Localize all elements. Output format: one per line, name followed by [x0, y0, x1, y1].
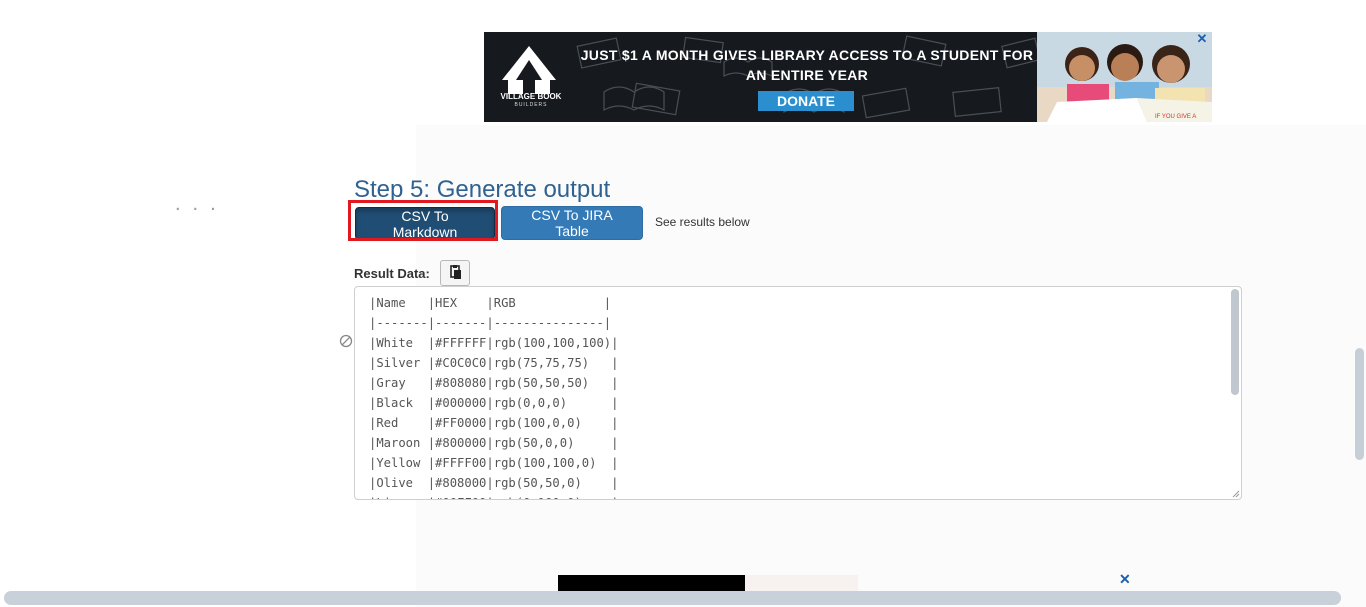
donate-button[interactable]: DONATE — [758, 91, 854, 111]
logo-subtext: BUILDERS — [514, 102, 548, 108]
children-reading-photo: IF YOU GIVE A — [1037, 32, 1212, 122]
disabled-icon — [339, 334, 353, 348]
bottom-advertisement-panel — [745, 575, 858, 591]
close-icon[interactable]: ✕ — [1194, 32, 1210, 46]
photo-caption: IF YOU GIVE A — [1155, 114, 1196, 120]
textarea-scrollbar[interactable] — [1231, 289, 1239, 395]
result-line: |Yellow |#FFFF00|rgb(100,100,0) | — [369, 456, 619, 470]
result-line: |White |#FFFFFF|rgb(100,100,100)| — [369, 336, 619, 350]
drag-handle-dots: ... — [175, 193, 228, 215]
close-icon[interactable]: ✕ — [1119, 571, 1131, 588]
csv-to-jira-button[interactable]: CSV To JIRA Table — [501, 206, 643, 240]
result-line: |-------|-------|---------------| — [369, 316, 612, 330]
result-line: |Gray |#808080|rgb(50,50,50) | — [369, 376, 619, 390]
ad-headline-line1: JUST $1 A MONTH GIVES LIBRARY ACCESS TO … — [580, 47, 1034, 63]
result-line: |Red |#FF0000|rgb(100,0,0) | — [369, 416, 619, 430]
result-line: |Maroon |#800000|rgb(50,0,0) | — [369, 436, 619, 450]
see-results-note: See results below — [655, 215, 750, 229]
page-scrollbar-vertical[interactable] — [1355, 348, 1364, 460]
ad-headline-line2: AN ENTIRE YEAR — [745, 67, 869, 83]
resize-handle-icon[interactable] — [1232, 490, 1240, 498]
page-scrollbar-horizontal[interactable] — [4, 591, 1341, 605]
result-line: |Lime |#00FF00|rgb(0,100,0) | — [369, 493, 618, 499]
logo-text: VILLAGE BOOK — [500, 92, 562, 101]
result-line: |Olive |#808000|rgb(50,50,0) | — [369, 476, 619, 490]
result-text: |Name |HEX |RGB | |-------|-------|------… — [369, 293, 619, 499]
top-advertisement[interactable]: VILLAGE BOOK BUILDERS JUST $1 A MONTH GI… — [484, 32, 1212, 122]
bottom-advertisement[interactable] — [558, 575, 745, 591]
result-line: |Name |HEX |RGB | — [369, 296, 612, 310]
clipboard-icon — [450, 264, 461, 279]
selection-highlight — [348, 200, 498, 241]
result-textarea[interactable]: |Name |HEX |RGB | |-------|-------|------… — [354, 286, 1242, 500]
copy-button[interactable] — [440, 260, 470, 286]
result-line: |Silver |#C0C0C0|rgb(75,75,75) | — [369, 356, 619, 370]
result-line: |Black |#000000|rgb(0,0,0) | — [369, 396, 619, 410]
result-data-label: Result Data: — [354, 266, 430, 281]
ad-headline: JUST $1 A MONTH GIVES LIBRARY ACCESS TO … — [572, 45, 1042, 85]
